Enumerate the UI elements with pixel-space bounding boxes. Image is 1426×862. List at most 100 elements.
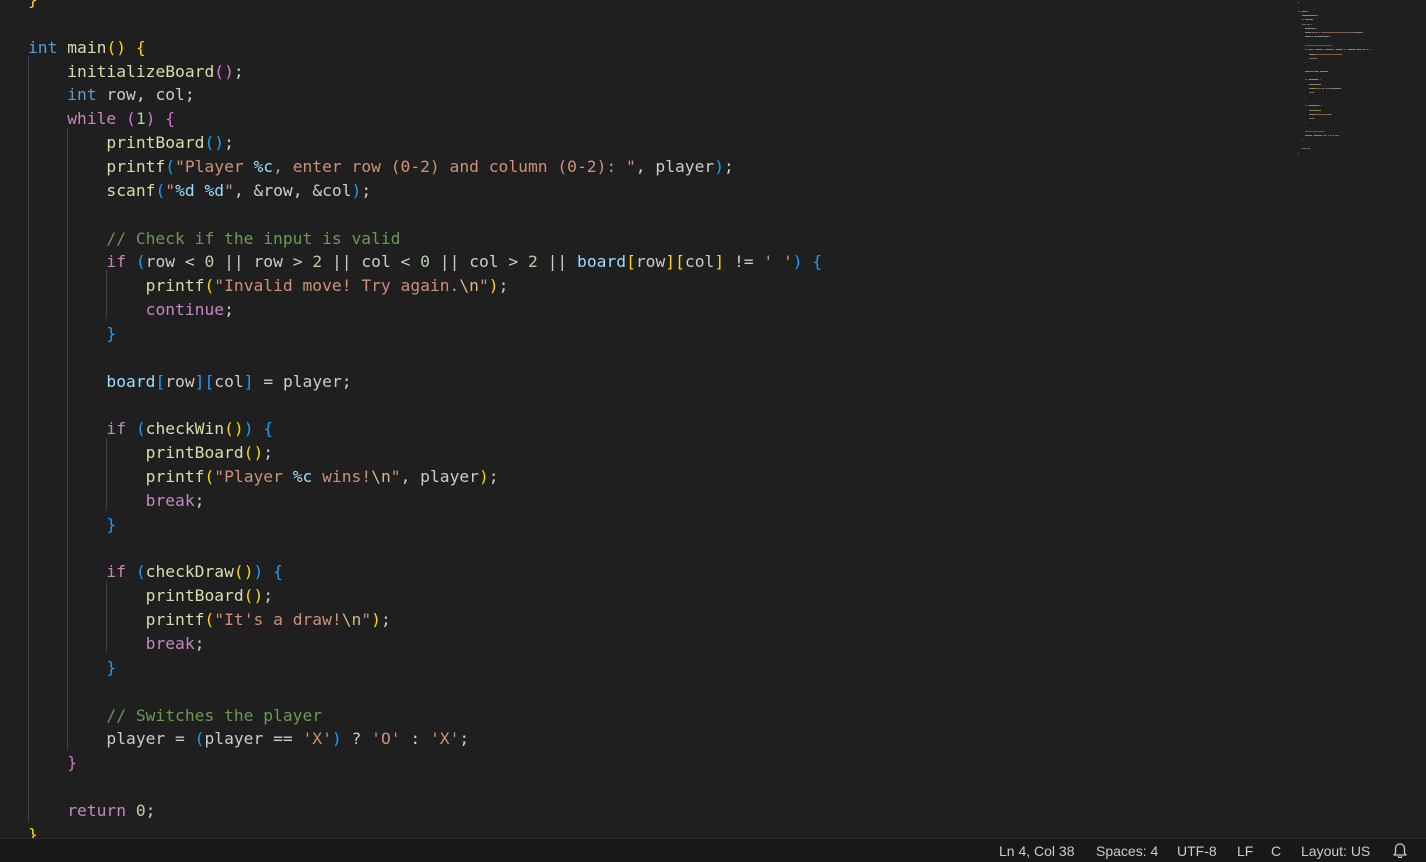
code-token: main (67, 37, 107, 57)
minimap-line (1316, 27, 1317, 29)
minimap-line (1308, 109, 1318, 111)
minimap-line (1305, 79, 1307, 81)
code-line[interactable]: break; (28, 489, 205, 513)
code-token: \n (459, 276, 479, 296)
code-token: || row > (214, 252, 313, 272)
code-token: , player (635, 156, 715, 176)
status-bar: Ln 4, Col 38 Spaces: 4 UTF-8 LF C Layout… (0, 838, 1426, 862)
code-line[interactable]: // Check if the input is valid (28, 227, 400, 251)
code-token: 'O' (371, 729, 401, 749)
code-token: player == (204, 729, 303, 749)
indentation-setting[interactable]: Spaces: 4 (1096, 842, 1158, 860)
minimap-line (1308, 49, 1314, 51)
minimap-line (1301, 23, 1307, 25)
code-token: ; (263, 586, 274, 606)
code-token: ] (243, 371, 254, 391)
code-line[interactable]: } (28, 513, 116, 537)
code-line[interactable]: printBoard(); (28, 441, 273, 465)
code-line[interactable]: int row, col; (28, 83, 195, 107)
code-token: } (28, 0, 38, 9)
code-line[interactable]: scanf("%d %d", &row, &col); (28, 179, 371, 203)
keyboard-layout[interactable]: Layout: US (1301, 842, 1370, 860)
code-token: ( (204, 276, 215, 296)
cursor-position[interactable]: Ln 4, Col 38 (999, 842, 1075, 860)
minimap-line (1320, 32, 1354, 34)
minimap-line (1361, 32, 1363, 34)
code-line[interactable]: if (checkWin()) { (28, 417, 273, 441)
file-encoding[interactable]: UTF-8 (1177, 842, 1217, 860)
code-token: col (684, 252, 715, 272)
code-line[interactable]: int main() { (28, 36, 146, 60)
code-editor[interactable]: } int main() { initializeBoard(); int row… (0, 0, 1290, 838)
code-line[interactable]: continue; (28, 298, 234, 322)
code-line[interactable]: board[row][col] = player; (28, 370, 351, 394)
minimap-line (1313, 118, 1315, 120)
minimap-line (1340, 88, 1342, 89)
code-line[interactable]: } (28, 656, 116, 680)
code-line[interactable]: printf("It's a draw!\n"); (28, 608, 391, 632)
code-token: { (165, 109, 176, 129)
code-token: printf (145, 276, 205, 296)
code-line[interactable]: printf("Player %c wins!\n", player); (28, 465, 499, 489)
code-line[interactable]: } (28, 823, 38, 838)
code-token: row, col; (96, 85, 195, 105)
code-token: row < (145, 252, 205, 272)
code-line[interactable]: while (1) { (28, 107, 175, 131)
code-token: } (106, 323, 117, 343)
code-token: " (390, 467, 401, 486)
code-token: if (106, 562, 127, 582)
minimap[interactable] (1290, 0, 1426, 838)
minimap-line (1305, 10, 1307, 12)
code-line[interactable]: return 0; (28, 799, 155, 823)
code-token: ; (145, 800, 156, 820)
code-token: " (224, 180, 234, 200)
code-token: } (67, 753, 78, 773)
code-token: ( (126, 109, 136, 129)
code-line[interactable]: } (28, 0, 38, 12)
language-mode[interactable]: C (1271, 842, 1281, 860)
code-line[interactable]: printBoard(); (28, 584, 273, 608)
code-line[interactable]: player = (player == 'X') ? 'O' : 'X'; (28, 727, 469, 751)
bell-icon[interactable] (1392, 842, 1408, 860)
code-token: () (243, 443, 264, 463)
code-line[interactable]: printf("Player %c, enter row (0-2) and c… (28, 155, 733, 179)
code-token: , player (400, 467, 479, 486)
code-line[interactable]: if (checkDraw()) { (28, 560, 283, 584)
minimap-line (1335, 49, 1343, 51)
code-token: "Player (214, 467, 293, 486)
code-line[interactable]: } (28, 322, 116, 346)
code-line[interactable]: printBoard(); (28, 131, 233, 155)
code-line[interactable]: } (28, 751, 77, 775)
code-token: ( (135, 419, 146, 439)
code-token: ; (194, 490, 205, 510)
minimap-line (1305, 105, 1307, 107)
minimap-line (1305, 96, 1307, 98)
code-line[interactable]: initializeBoard(); (28, 60, 243, 84)
code-line[interactable]: printf("Invalid move! Try again.\n"); (28, 274, 509, 298)
minimap-line (1319, 83, 1321, 85)
code-token: "Invalid move! Try again. (214, 276, 460, 296)
line-ending[interactable]: LF (1237, 842, 1253, 860)
minimap-line (1316, 36, 1328, 38)
code-token: () (224, 419, 244, 439)
code-token: [ (626, 252, 636, 272)
code-line[interactable]: // Switches the player (28, 704, 322, 728)
code-token: } (106, 657, 117, 677)
minimap-line (1353, 32, 1361, 34)
code-token: ) (243, 419, 254, 439)
minimap-line (1308, 83, 1318, 85)
code-line[interactable]: break; (28, 632, 205, 656)
code-line[interactable]: if (row < 0 || row > 2 || col < 0 || col… (28, 250, 822, 274)
code-token: wins! (312, 467, 372, 486)
code-token: ( (165, 156, 176, 176)
